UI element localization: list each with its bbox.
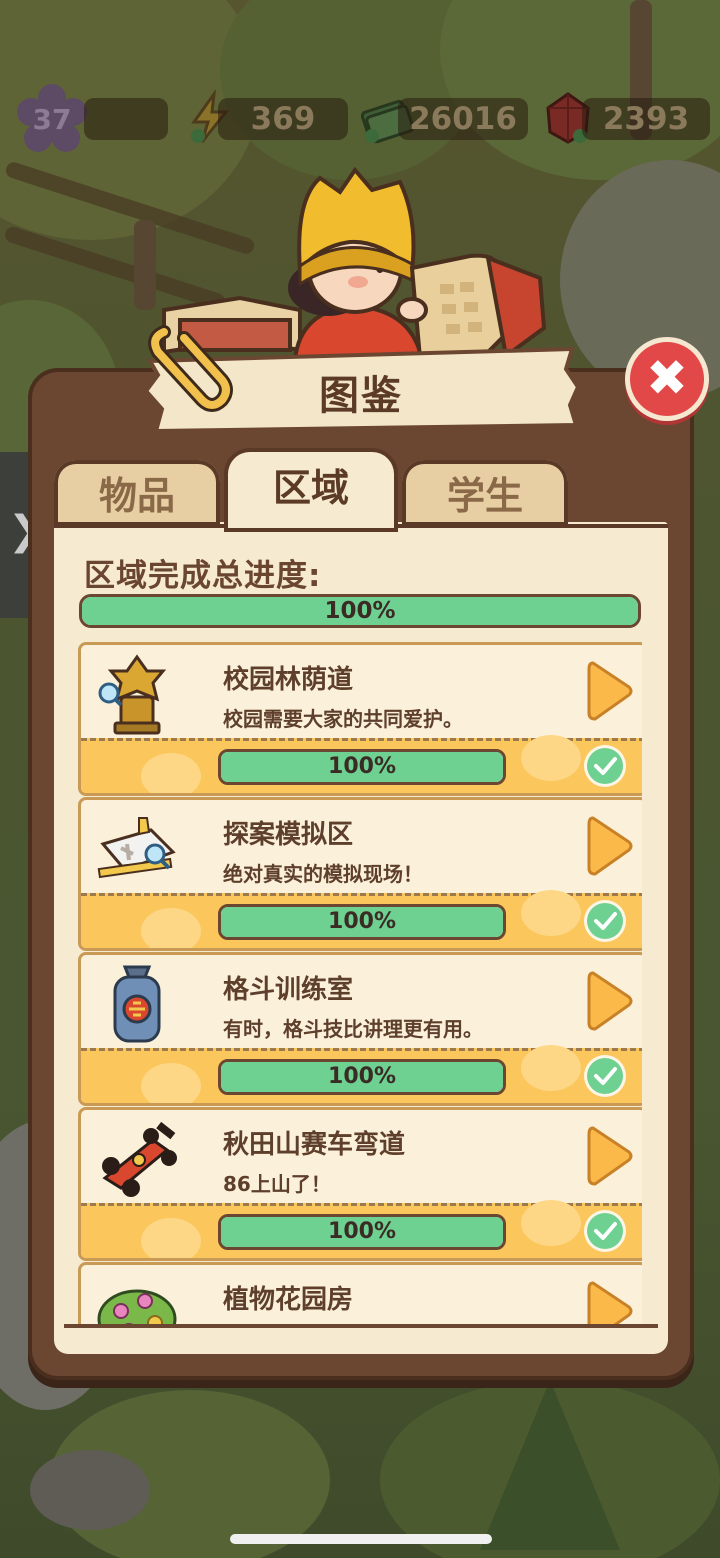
tab-label: 区域 [272,466,349,510]
complete-badge [587,1213,623,1249]
zone-name: 秋田山赛车弯道 [223,1130,406,1160]
complete-badge [587,1058,623,1094]
energy-value: 369 [250,101,316,137]
zone-name: 校园林荫道 [223,665,354,695]
zone-progress-bar: 100% [218,1059,506,1095]
level-badge[interactable]: 37 [16,84,88,156]
close-icon: ✖ [646,349,688,407]
close-button[interactable]: ✖ [630,342,704,416]
tab-items[interactable]: 物品 [54,460,220,526]
complete-badge [587,748,623,784]
arrow-right-icon[interactable] [587,1124,633,1188]
zone-progress-bar: 100% [218,749,506,785]
zone-description: 有时，格斗技比讲理更有用。 [223,1017,483,1041]
race-car-icon [102,1121,177,1197]
paperclip-icon [148,325,233,412]
zone-progress-bar: 100% [218,904,506,940]
overall-progress-label: 区域完成总进度: [84,558,322,594]
cash-value: 26016 [409,101,517,137]
bg-pine-tree [480,1380,620,1550]
tab-label: 学生 [446,474,523,518]
zone-progress-text: 100% [328,909,396,934]
list-bottom-edge [64,1324,658,1328]
zone-list[interactable]: 校园林荫道 校园需要大家的共同爱护。 100% 探案模拟区 绝对真实的模拟现场！ [78,640,642,1328]
checkmark-icon [594,912,617,930]
gems-value: 2393 [602,101,690,137]
zone-card-detective-sim[interactable]: 探案模拟区 绝对真实的模拟现场！ 100% [78,797,642,951]
bg-tree-foliage [220,0,480,180]
arrow-right-icon[interactable] [587,1279,633,1328]
zone-card-akita-race-track[interactable]: 秋田山赛车弯道 86上山了！ 100% [78,1107,642,1261]
golden-statue-icon [98,654,167,735]
overall-progress-text: 100% [324,598,396,624]
zone-card-combat-training[interactable]: 格斗训练室 有时，格斗技比讲理更有用。 100% [78,952,642,1106]
zone-description: 校园需要大家的共同爱护。 [223,707,463,731]
tab-students[interactable]: 学生 [402,460,568,526]
crime-scene-icon [97,817,176,879]
zone-name: 格斗训练室 [223,975,354,1005]
gems-counter[interactable]: 2393 [582,98,710,140]
zone-description: 绝对真实的模拟现场！ [223,862,423,886]
zone-progress-bar: 100% [218,1214,506,1250]
arrow-right-icon[interactable] [587,969,633,1033]
zone-progress-text: 100% [328,1219,396,1244]
zone-description: 86上山了！ [223,1172,331,1196]
arrow-right-icon[interactable] [587,814,633,878]
checkmark-icon [594,757,617,775]
zone-progress-text: 100% [328,1064,396,1089]
zone-progress-text: 100% [328,754,396,779]
arrow-right-icon[interactable] [587,659,633,723]
zone-card-campus-avenue[interactable]: 校园林荫道 校园需要大家的共同爱护。 100% [78,642,642,796]
xp-bar [84,98,168,140]
bg-camera-prop [30,1450,150,1530]
level-value: 37 [32,103,72,136]
home-indicator[interactable] [230,1534,492,1544]
checkmark-icon [594,1222,617,1240]
checkmark-icon [594,1067,617,1085]
zone-card-plant-greenhouse[interactable]: 植物花园房 [78,1262,642,1328]
tab-label: 物品 [98,474,175,518]
overall-progress-bar: 100% [79,594,641,628]
energy-counter[interactable]: 369 [218,98,348,140]
cash-counter[interactable]: 26016 [398,98,528,140]
punching-bag-icon [113,965,161,1043]
flower-bush-icon [97,1289,177,1328]
complete-badge [587,903,623,939]
zone-name: 探案模拟区 [223,820,354,850]
tab-zones[interactable]: 区域 [228,452,394,528]
zone-name: 植物花园房 [223,1285,354,1315]
